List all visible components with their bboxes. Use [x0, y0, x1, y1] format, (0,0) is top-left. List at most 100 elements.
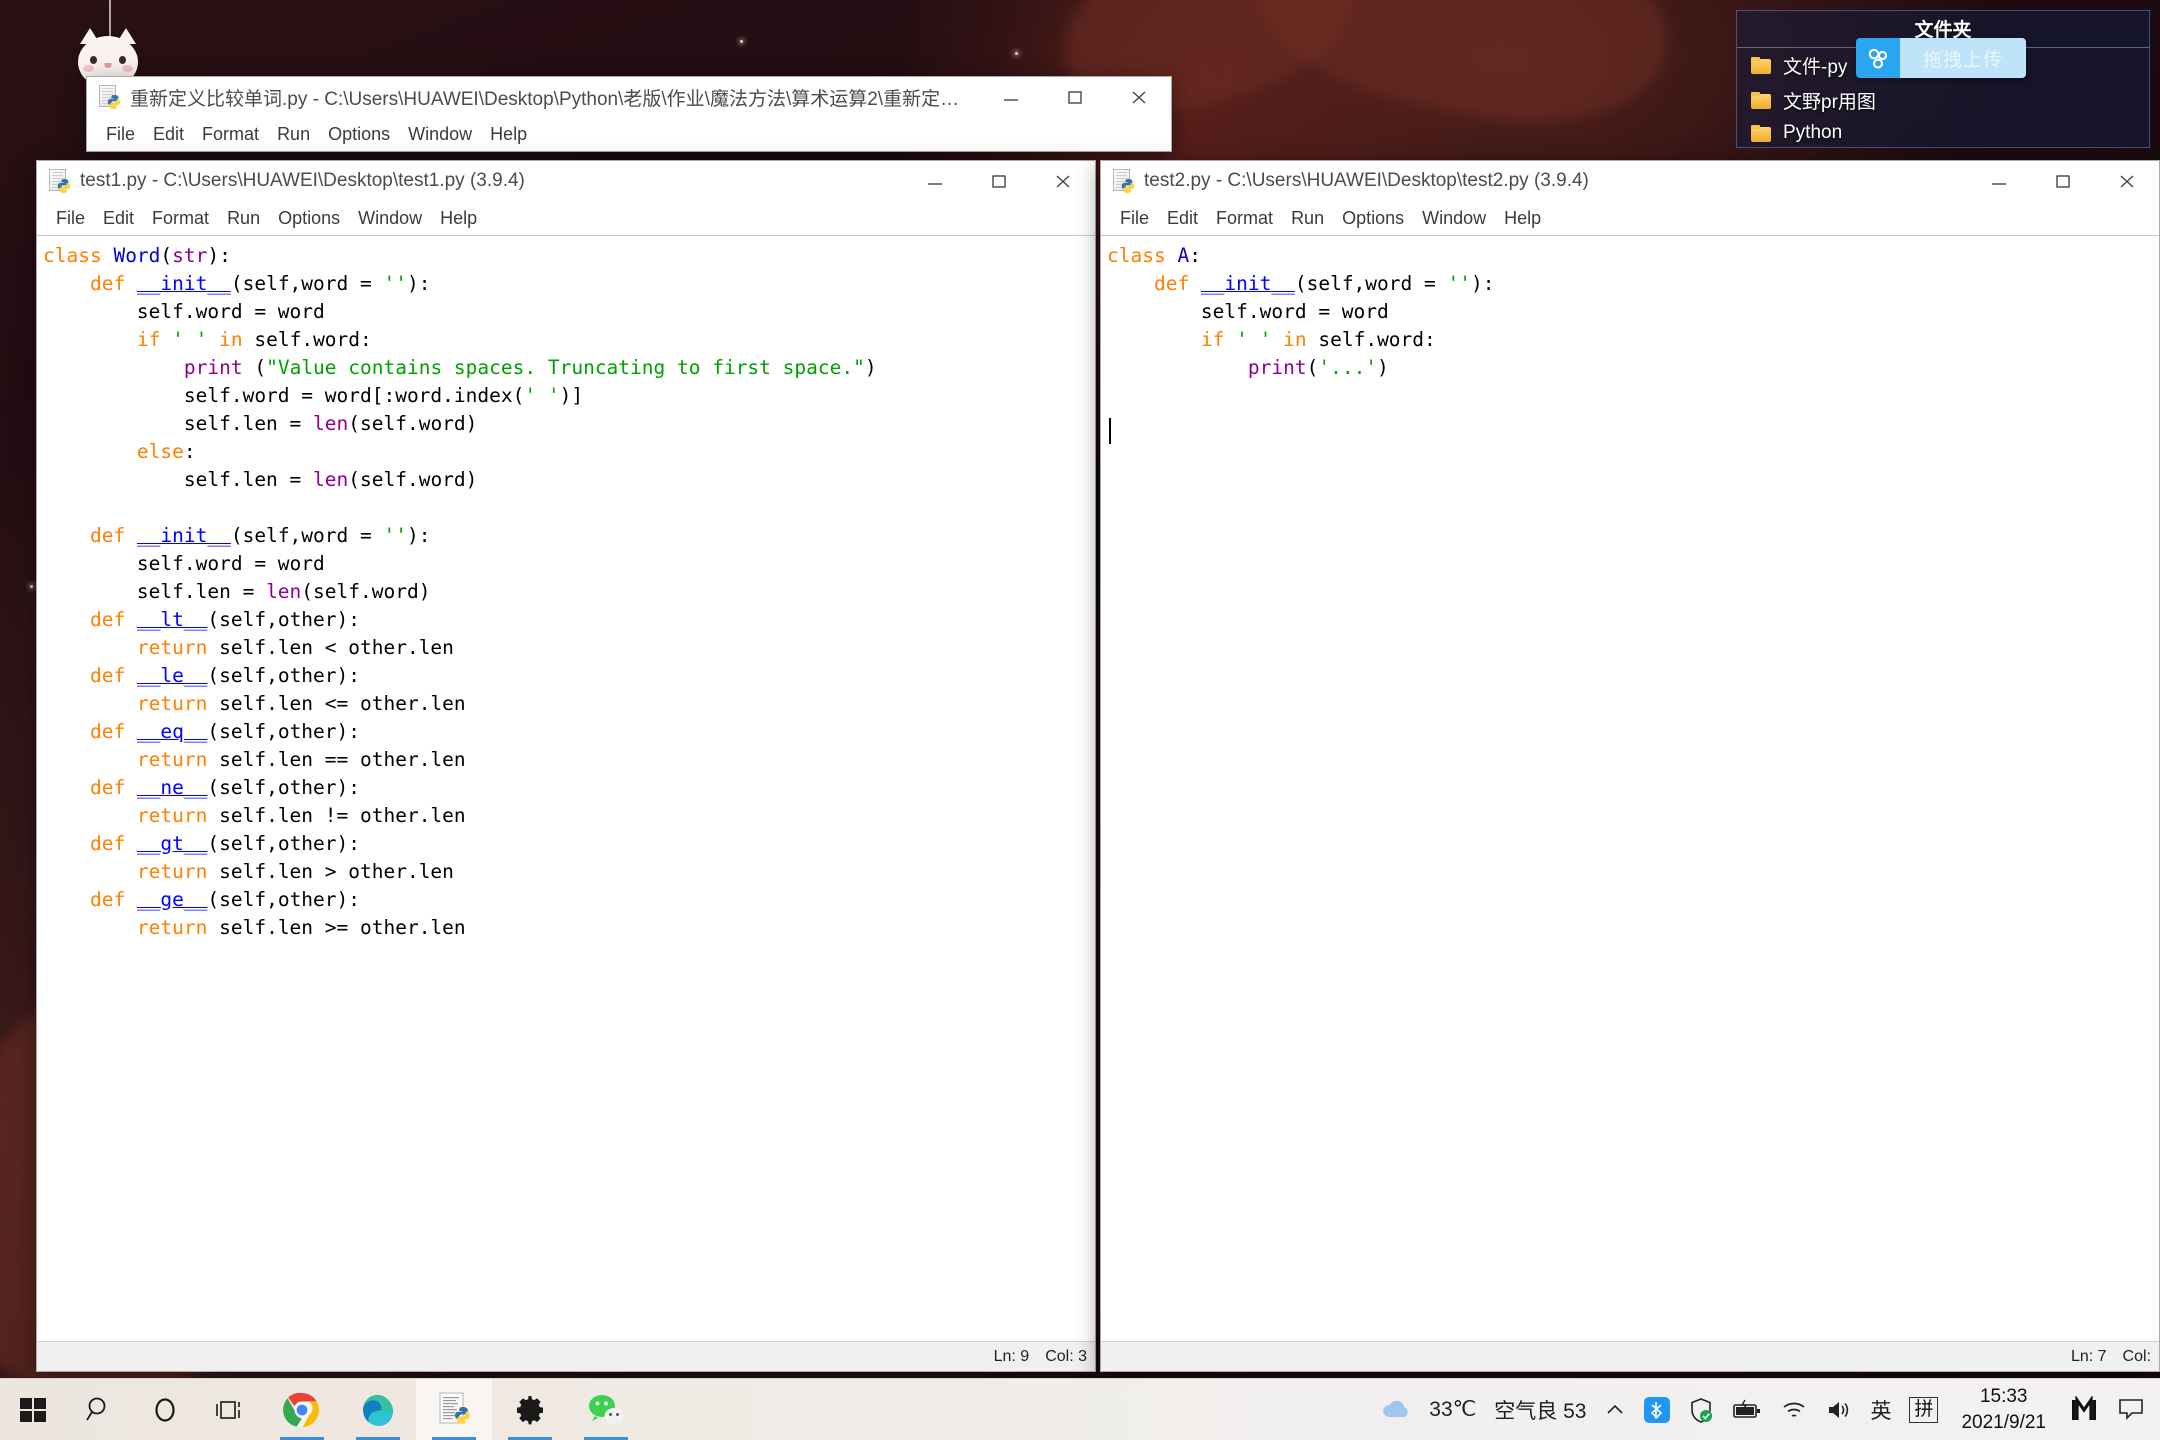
code-token: def — [89, 272, 137, 295]
minimize-button[interactable] — [903, 161, 967, 201]
folder-item[interactable]: 文野pr用图 — [1737, 83, 2149, 118]
battery-icon[interactable] — [1723, 1379, 1771, 1440]
desktop-folder-widget[interactable]: 文件夹 文件-py 文野pr用图 Python — [1736, 10, 2150, 148]
recorder-icon[interactable] — [2060, 1379, 2108, 1440]
code-text[interactable]: class A: def __init__(self,word = ''): s… — [1101, 236, 2159, 438]
code-token: '' — [1447, 272, 1471, 295]
menu-format[interactable]: Format — [143, 205, 218, 232]
window-titlebar[interactable]: test2.py - C:\Users\HUAWEI\Desktop\test2… — [1101, 161, 2159, 201]
menu-run[interactable]: Run — [218, 205, 269, 232]
taskbar-clock[interactable]: 15:33 2021/9/21 — [1947, 1384, 2060, 1436]
maximize-button[interactable] — [1043, 77, 1107, 117]
ime-language-indicator[interactable]: 英 — [1861, 1379, 1900, 1440]
code-text[interactable]: class Word(str): def __init__(self,word … — [37, 236, 1095, 942]
menu-file[interactable]: File — [97, 121, 144, 148]
menu-edit[interactable]: Edit — [144, 121, 193, 148]
menu-help[interactable]: Help — [1495, 205, 1550, 232]
baidu-netdisk-icon — [1856, 38, 1900, 78]
code-token: self.len = — [43, 580, 267, 603]
maximize-button[interactable] — [967, 161, 1031, 201]
code-token: ' ' — [172, 328, 208, 351]
menu-options[interactable]: Options — [1333, 205, 1413, 232]
security-shield-icon[interactable] — [1679, 1379, 1723, 1440]
menu-format[interactable]: Format — [1207, 205, 1282, 232]
volume-icon[interactable] — [1817, 1379, 1861, 1440]
show-hidden-icons-chevron-up-icon[interactable] — [1595, 1379, 1635, 1440]
chrome-button[interactable] — [264, 1379, 340, 1440]
window-menubar[interactable]: File Edit Format Run Options Window Help — [1101, 201, 2159, 235]
code-token: )] — [559, 384, 584, 407]
task-view-button[interactable] — [198, 1379, 264, 1440]
menu-window[interactable]: Window — [399, 121, 481, 148]
weather-temperature[interactable]: 33℃ — [1420, 1379, 1485, 1440]
idle-window-test1[interactable]: test1.py - C:\Users\HUAWEI\Desktop\test1… — [36, 160, 1096, 1372]
idle-window-test2[interactable]: test2.py - C:\Users\HUAWEI\Desktop\test2… — [1100, 160, 2160, 1372]
settings-button[interactable] — [492, 1379, 568, 1440]
ime-mode-indicator[interactable]: 拼 — [1900, 1379, 1947, 1440]
idle-taskbar-button[interactable] — [416, 1378, 492, 1440]
python-file-icon — [49, 169, 71, 193]
wallpaper-branch — [1233, 0, 1687, 152]
taskbar-buttons[interactable] — [0, 1378, 644, 1440]
action-center-icon[interactable] — [2108, 1379, 2154, 1440]
folder-item[interactable]: Python — [1737, 118, 2149, 148]
window-controls[interactable] — [903, 161, 1095, 201]
window-titlebar[interactable]: 重新定义比较单词.py - C:\Users\HUAWEI\Desktop\Py… — [87, 77, 1171, 117]
bluetooth-icon[interactable] — [1635, 1379, 1679, 1440]
idle-window-redefine-compare[interactable]: 重新定义比较单词.py - C:\Users\HUAWEI\Desktop\Py… — [86, 76, 1172, 152]
menu-help[interactable]: Help — [481, 121, 536, 148]
menu-run[interactable]: Run — [268, 121, 319, 148]
menu-window[interactable]: Window — [349, 205, 431, 232]
close-button[interactable] — [2095, 161, 2159, 201]
cortana-button[interactable] — [132, 1379, 198, 1440]
edge-button[interactable] — [340, 1379, 416, 1440]
search-button[interactable] — [66, 1379, 132, 1440]
menu-options[interactable]: Options — [269, 205, 349, 232]
windows-taskbar[interactable]: 33℃ 空气良 53 英 拼 15:33 2021/9/21 — [0, 1378, 2160, 1440]
window-controls[interactable] — [979, 77, 1171, 117]
start-button[interactable] — [0, 1379, 66, 1440]
system-tray[interactable]: 33℃ 空气良 53 英 拼 15:33 2021/9/21 — [1372, 1379, 2160, 1440]
menu-run[interactable]: Run — [1282, 205, 1333, 232]
window-titlebar[interactable]: test1.py - C:\Users\HUAWEI\Desktop\test1… — [37, 161, 1095, 201]
menu-edit[interactable]: Edit — [1158, 205, 1207, 232]
python-file-icon — [99, 85, 121, 109]
menu-file[interactable]: File — [47, 205, 94, 232]
close-button[interactable] — [1031, 161, 1095, 201]
menu-window[interactable]: Window — [1413, 205, 1495, 232]
code-editor-area[interactable]: class Word(str): def __init__(self,word … — [37, 235, 1095, 1341]
window-title: test1.py - C:\Users\HUAWEI\Desktop\test1… — [80, 170, 525, 191]
menu-help[interactable]: Help — [431, 205, 486, 232]
minimize-button[interactable] — [979, 77, 1043, 117]
window-controls[interactable] — [1967, 161, 2159, 201]
menu-format[interactable]: Format — [193, 121, 268, 148]
window-menubar[interactable]: File Edit Format Run Options Window Help — [37, 201, 1095, 235]
code-line: def __ne__(self,other): — [43, 774, 1095, 802]
drag-upload-label: 拖拽上传 — [1900, 38, 2026, 78]
code-token: (self,other): — [207, 832, 361, 855]
menu-edit[interactable]: Edit — [94, 205, 143, 232]
code-token: __init__ — [1200, 272, 1295, 295]
maximize-button[interactable] — [2031, 161, 2095, 201]
weather-icon[interactable] — [1372, 1379, 1420, 1440]
code-token: (self,other): — [207, 664, 361, 687]
code-token: (self,other): — [207, 608, 361, 631]
wifi-icon[interactable] — [1771, 1379, 1817, 1440]
code-line: print ("Value contains spaces. Truncatin… — [43, 354, 1095, 382]
baidu-drag-upload-button[interactable]: 拖拽上传 — [1856, 38, 2026, 78]
window-menubar[interactable]: File Edit Format Run Options Window Help — [87, 117, 1171, 151]
wechat-button[interactable] — [568, 1379, 644, 1440]
close-button[interactable] — [1107, 77, 1171, 117]
minimize-button[interactable] — [1967, 161, 2031, 201]
code-token: return — [136, 748, 208, 771]
weather-air-quality[interactable]: 空气良 53 — [1485, 1379, 1595, 1440]
code-token: ) — [1377, 356, 1389, 379]
menu-options[interactable]: Options — [319, 121, 399, 148]
menu-file[interactable]: File — [1111, 205, 1158, 232]
code-editor-area[interactable]: class A: def __init__(self,word = ''): s… — [1101, 235, 2159, 1341]
